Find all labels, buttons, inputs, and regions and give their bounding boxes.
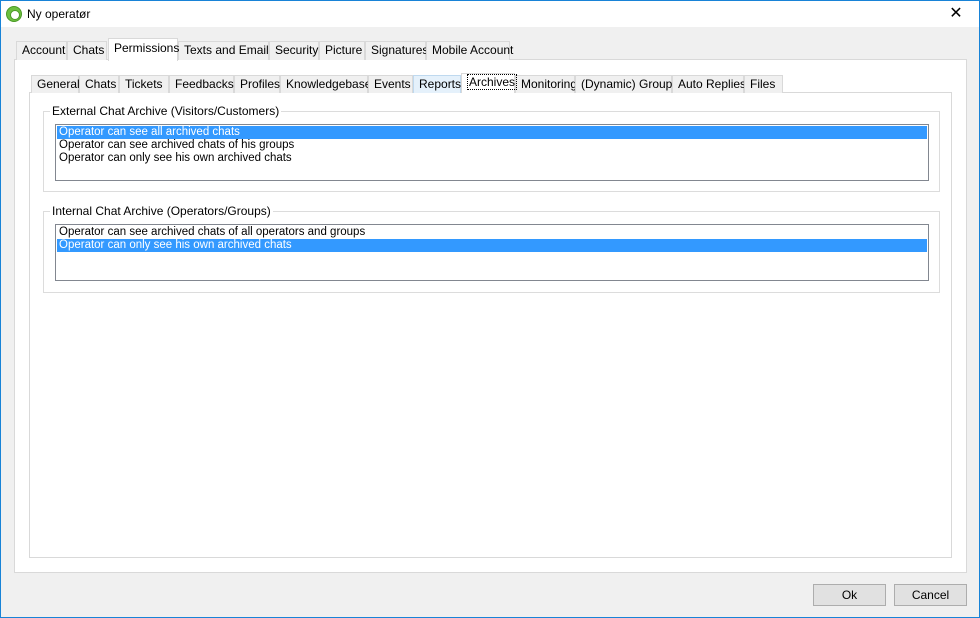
external-archive-group: External Chat Archive (Visitors/Customer… bbox=[43, 104, 940, 192]
internal-archive-group: Internal Chat Archive (Operators/Groups)… bbox=[43, 204, 940, 293]
subtab-general[interactable]: General bbox=[31, 75, 80, 93]
external-option-all[interactable]: Operator can see all archived chats bbox=[57, 126, 927, 139]
subtab-events[interactable]: Events bbox=[368, 75, 413, 93]
subtab-auto-replies[interactable]: Auto Replies bbox=[672, 75, 746, 93]
external-option-own[interactable]: Operator can only see his own archived c… bbox=[57, 152, 927, 165]
subtab-feedbacks[interactable]: Feedbacks bbox=[169, 75, 234, 93]
subtab-archives-label: Archives bbox=[467, 74, 518, 90]
gear-icon bbox=[6, 6, 22, 22]
internal-archive-list[interactable]: Operator can see archived chats of all o… bbox=[55, 224, 929, 281]
subtab-knowledgebase[interactable]: Knowledgebase bbox=[280, 75, 371, 93]
tab-permissions[interactable]: Permissions bbox=[108, 38, 179, 61]
tab-chats[interactable]: Chats bbox=[67, 41, 107, 60]
window-title: Ny operatør bbox=[27, 7, 91, 21]
close-icon: ✕ bbox=[949, 5, 963, 22]
internal-archive-legend: Internal Chat Archive (Operators/Groups) bbox=[50, 204, 273, 218]
subtab-monitoring[interactable]: Monitoring bbox=[515, 75, 577, 93]
subtab-files[interactable]: Files bbox=[744, 75, 783, 93]
tab-account[interactable]: Account bbox=[16, 41, 67, 60]
subtab-archives[interactable]: Archives bbox=[461, 73, 518, 93]
tab-picture[interactable]: Picture bbox=[319, 41, 365, 60]
external-option-groups[interactable]: Operator can see archived chats of his g… bbox=[57, 139, 927, 152]
subtab-chats[interactable]: Chats bbox=[79, 75, 119, 93]
archives-panel: External Chat Archive (Visitors/Customer… bbox=[29, 92, 952, 558]
tab-security[interactable]: Security bbox=[269, 41, 319, 60]
tab-mobile-account[interactable]: Mobile Account bbox=[426, 41, 513, 60]
cancel-button[interactable]: Cancel bbox=[894, 584, 967, 606]
close-button[interactable]: ✕ bbox=[933, 1, 979, 27]
title-bar: Ny operatør ✕ bbox=[1, 1, 979, 27]
external-archive-legend: External Chat Archive (Visitors/Customer… bbox=[50, 104, 282, 118]
internal-option-all[interactable]: Operator can see archived chats of all o… bbox=[57, 226, 927, 239]
subtab-tickets[interactable]: Tickets bbox=[119, 75, 169, 93]
tab-signatures[interactable]: Signatures bbox=[365, 41, 428, 60]
internal-option-own[interactable]: Operator can only see his own archived c… bbox=[57, 239, 927, 252]
dialog-window: Ny operatør ✕ Account Chats Permissions … bbox=[0, 0, 980, 618]
tab-texts-and-emails[interactable]: Texts and Emails bbox=[178, 41, 275, 60]
subtab-profiles[interactable]: Profiles bbox=[234, 75, 280, 93]
subtab-dynamic-groups[interactable]: (Dynamic) Groups bbox=[575, 75, 678, 93]
external-archive-list[interactable]: Operator can see all archived chats Oper… bbox=[55, 124, 929, 181]
ok-button[interactable]: Ok bbox=[813, 584, 886, 606]
subtab-reports[interactable]: Reports bbox=[413, 75, 461, 93]
